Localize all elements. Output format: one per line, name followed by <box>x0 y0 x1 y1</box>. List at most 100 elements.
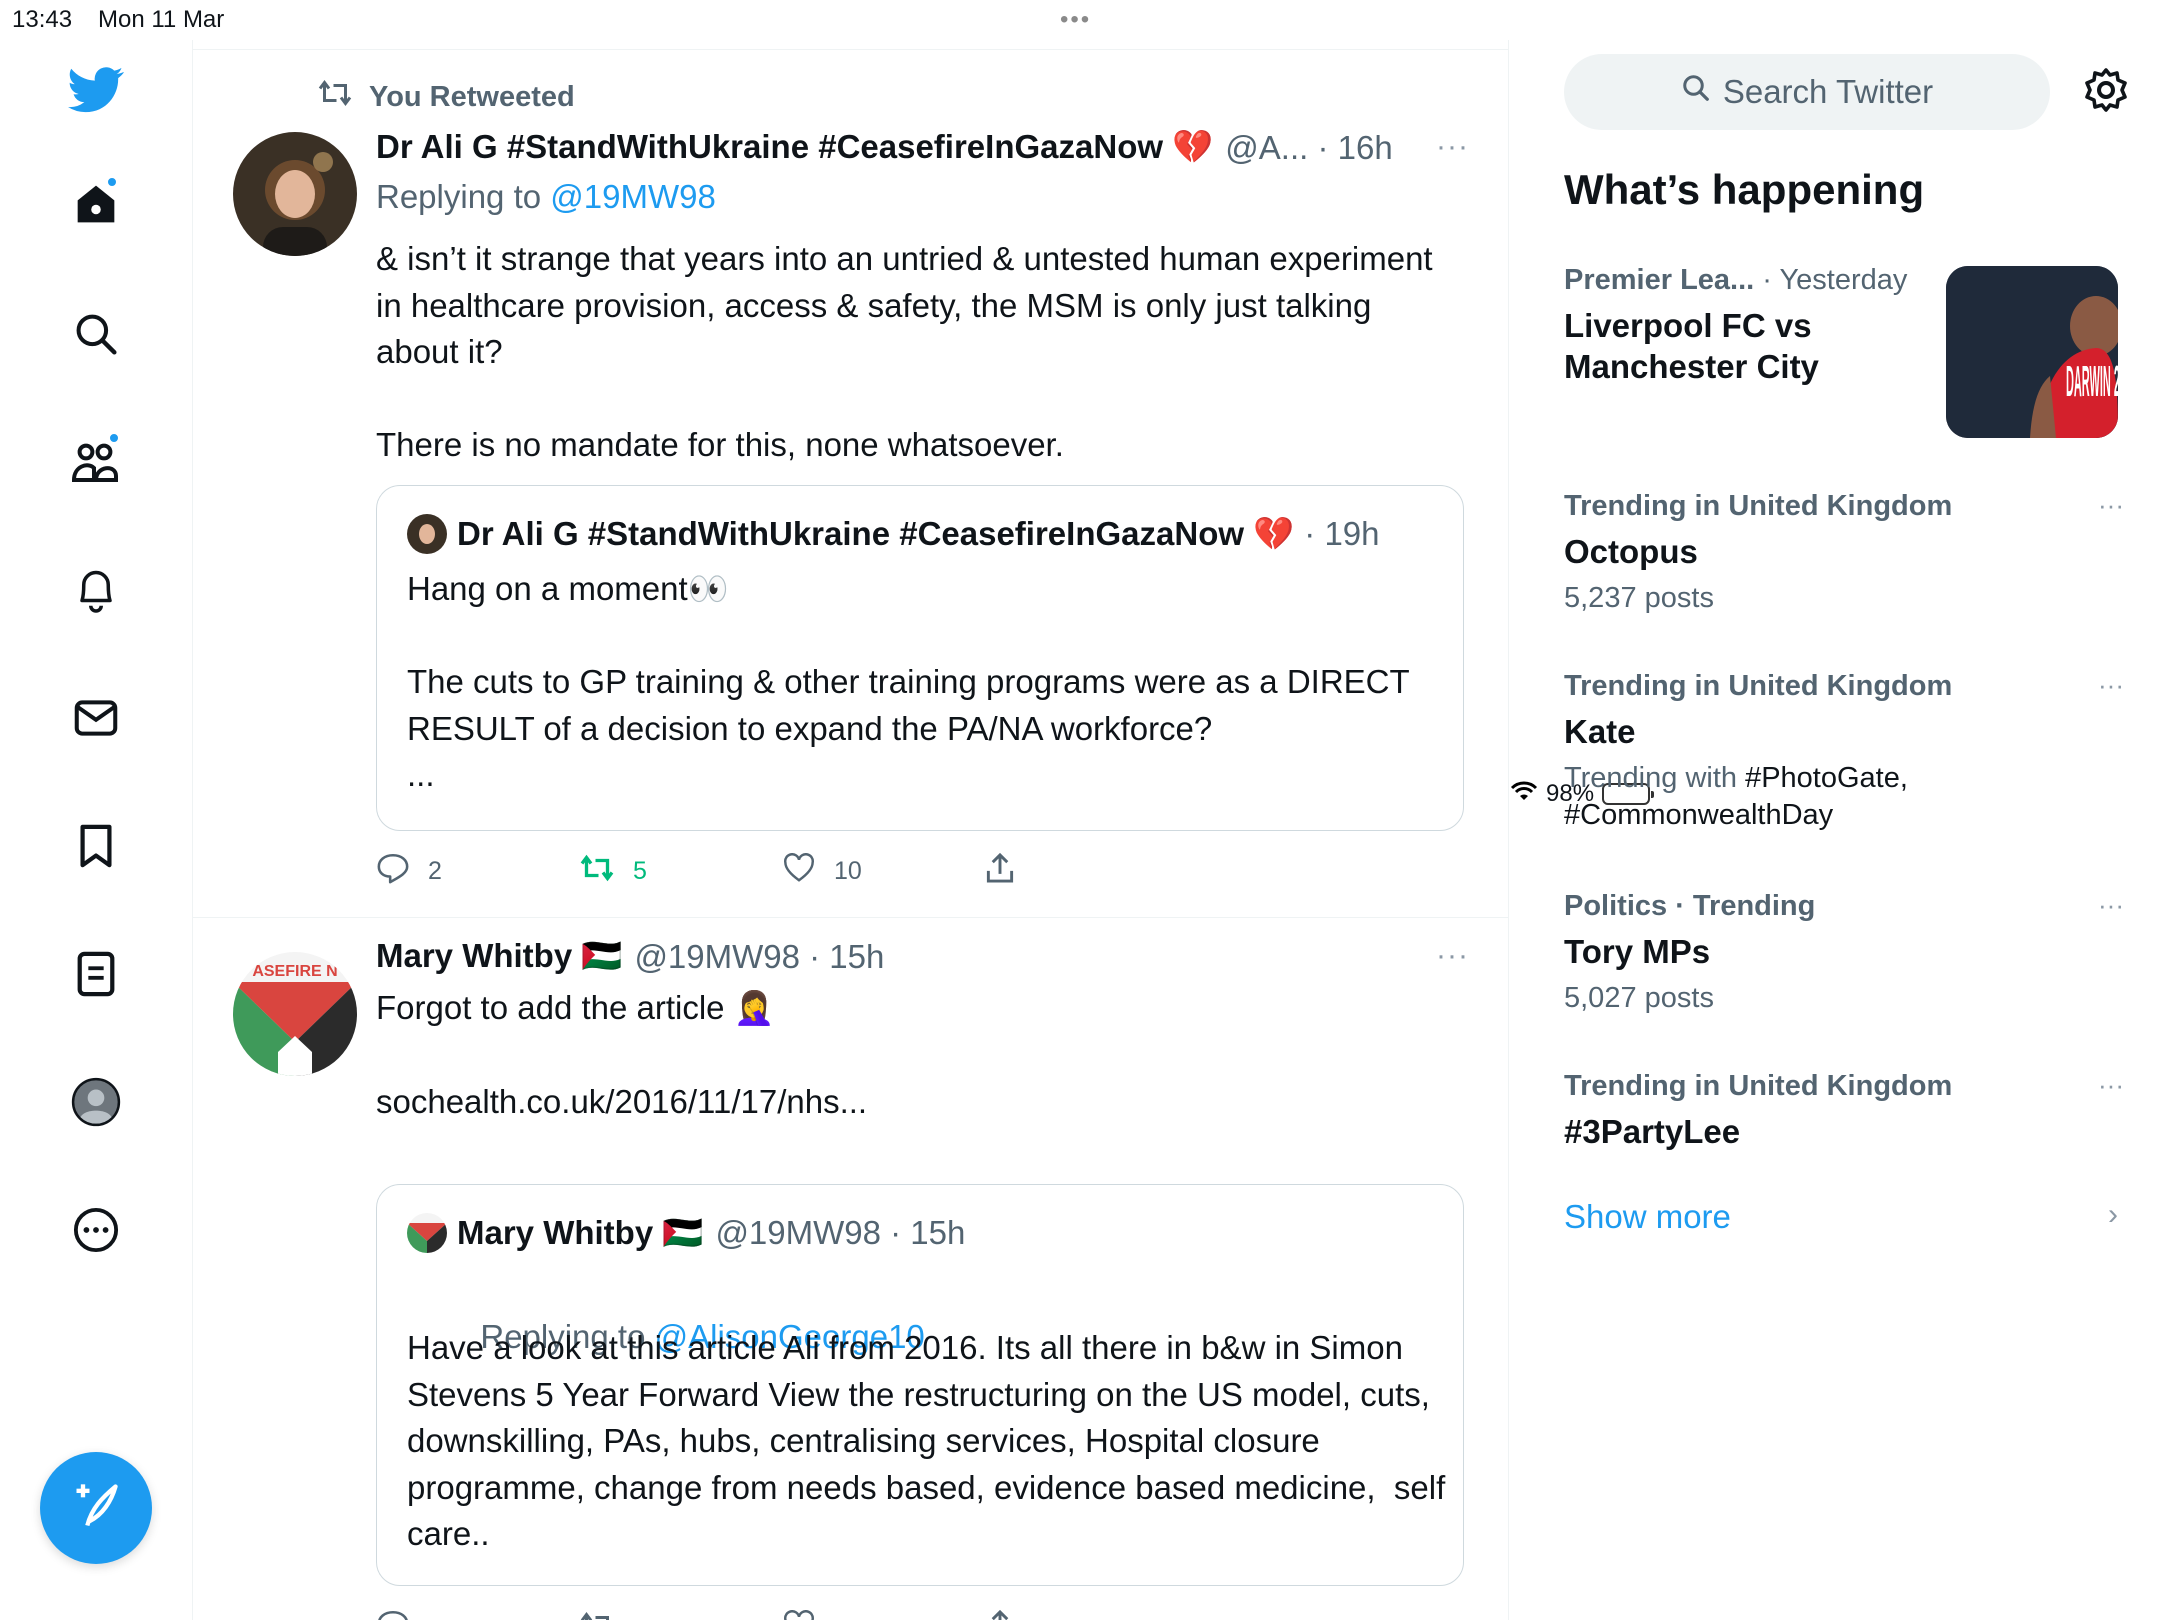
retweet-context: You Retweeted <box>317 78 575 116</box>
quote-author-name: Dr Ali G #StandWithUkraine #CeasefireInG… <box>457 514 1295 552</box>
search-input[interactable]: Search Twitter <box>1564 54 2050 130</box>
trend-posts: 5,237 posts <box>1564 582 1714 614</box>
list-icon[interactable] <box>66 944 126 1004</box>
compose-tweet-button[interactable] <box>40 1452 152 1564</box>
reply-button[interactable]: 2 <box>376 852 579 891</box>
communities-icon[interactable] <box>66 432 126 492</box>
trend-time: · Yesterday <box>1754 264 1908 296</box>
retweet-button[interactable] <box>579 1610 782 1620</box>
author-name[interactable]: Mary Whitby 🇵🇸 <box>376 937 622 976</box>
tweet-header: Dr Ali G #StandWithUkraine #CeasefireInG… <box>376 128 1393 167</box>
more-options-icon[interactable]: ··· <box>1436 130 1469 164</box>
trend-item[interactable]: Trending in United Kingdom Kate Trending… <box>1564 670 2124 834</box>
bookmark-icon[interactable] <box>66 816 126 876</box>
trend-item[interactable]: Politics · Trending Tory MPs 5,027 posts… <box>1564 890 2124 1017</box>
avatar[interactable] <box>233 132 357 256</box>
like-button[interactable]: 10 <box>782 853 985 890</box>
author-meta: @19MW98 · 15h <box>634 937 885 975</box>
quote-avatar <box>407 514 447 554</box>
more-circle-icon[interactable] <box>66 1200 126 1260</box>
trend-context: Politics · Trending <box>1564 890 1816 922</box>
like-count: 10 <box>834 857 862 885</box>
author-name[interactable]: Dr Ali G #StandWithUkraine #CeasefireInG… <box>376 128 1213 167</box>
left-nav <box>0 40 193 1620</box>
like-button[interactable] <box>782 1610 985 1620</box>
tweet-text: Forgot to add the article 🤦‍♀️ <box>376 989 775 1026</box>
tweet-header: Mary Whitby 🇵🇸 @19MW98 · 15h <box>376 937 884 976</box>
retweet-icon <box>579 853 615 890</box>
multitasking-dots[interactable]: ••• <box>1060 6 1091 34</box>
trend-title: Octopus <box>1564 533 1698 570</box>
trend-item[interactable]: Trending in United Kingdom #3PartyLee ··… <box>1564 1070 2124 1152</box>
trend-more-icon[interactable]: ··· <box>2098 1070 2124 1101</box>
search-placeholder: Search Twitter <box>1722 73 1934 110</box>
trend-more-icon[interactable]: ··· <box>2098 890 2124 921</box>
trend-context: Premier Lea... <box>1564 264 1755 296</box>
trend-context: Trending in United Kingdom <box>1564 490 1953 522</box>
retweeted-label: You Retweeted <box>369 80 575 113</box>
trend-posts: 5,027 posts <box>1564 982 1714 1014</box>
trend-title: Kate <box>1564 713 1636 750</box>
heart-icon <box>782 853 816 890</box>
show-more-label: Show more <box>1564 1198 1731 1235</box>
reply-count: 2 <box>428 857 442 885</box>
quoted-tweet[interactable]: Mary Whitby 🇵🇸 @19MW98 · 15h Replying to… <box>376 1184 1464 1586</box>
quote-header: Dr Ali G #StandWithUkraine #CeasefireInG… <box>407 514 1380 554</box>
quote-text: Have a look at this article Ali from 201… <box>407 1329 1455 1552</box>
home-icon[interactable] <box>66 174 126 234</box>
settings-gear-icon[interactable] <box>2082 66 2134 118</box>
home-notification-dot <box>106 176 118 188</box>
trend-title: Liverpool FC vs Manchester City <box>1564 307 1819 385</box>
tweet[interactable]: You Retweeted Dr Ali G #StandWithUkraine… <box>193 40 1509 918</box>
share-button[interactable] <box>985 852 1188 891</box>
quote-author-name: Mary Whitby 🇵🇸 <box>457 1213 704 1251</box>
mail-icon[interactable] <box>66 688 126 748</box>
trend-context: Trending in United Kingdom <box>1564 1070 1953 1102</box>
trend-item[interactable]: Premier Lea... · Yesterday Liverpool FC … <box>1564 264 1944 387</box>
right-sidebar: Search Twitter What’s happening Premier … <box>1510 40 2160 1620</box>
more-options-icon[interactable]: ··· <box>1436 939 1469 973</box>
twitter-bird-icon[interactable] <box>66 60 126 120</box>
share-button[interactable] <box>985 1609 1188 1620</box>
compose-tweet-icon <box>70 1480 122 1537</box>
tweet[interactable]: ASEFIRE N Mary Whitby 🇵🇸 @19MW98 · 15h ·… <box>193 919 1509 1620</box>
show-more-link[interactable]: Show more › <box>1564 1198 2124 1236</box>
trend-sub: Trending with #PhotoGate, #CommonwealthD… <box>1564 760 2124 834</box>
trend-title: #3PartyLee <box>1564 1113 1741 1150</box>
whats-happening-title: What’s happening <box>1564 166 1925 213</box>
communities-notification-dot <box>108 432 120 444</box>
trend-image-text: DARWIN 27 <box>2066 357 2118 406</box>
author-meta: @A... · 16h <box>1225 128 1393 166</box>
chevron-right-icon: › <box>2108 1198 2118 1231</box>
share-icon <box>985 852 1015 891</box>
quoted-tweet[interactable]: Dr Ali G #StandWithUkraine #CeasefireInG… <box>376 485 1464 831</box>
retweet-button[interactable]: 5 <box>579 853 782 890</box>
quote-meta: · 19h <box>1304 515 1380 552</box>
replying-to-link[interactable]: @19MW98 <box>550 178 716 215</box>
tweet-text: & isn’t it strange that years into an un… <box>376 240 1433 463</box>
replying-prefix: Replying to <box>376 178 551 215</box>
tweet-actions <box>376 1609 1188 1620</box>
trend-item[interactable]: Trending in United Kingdom Octopus 5,237… <box>1564 490 2124 617</box>
bell-icon[interactable] <box>66 560 126 620</box>
retweet-icon <box>317 78 353 116</box>
tweet-actions: 2 5 10 <box>376 852 1188 891</box>
search-icon[interactable] <box>66 304 126 364</box>
share-icon <box>985 1609 1015 1620</box>
avatar[interactable]: ASEFIRE N <box>233 952 357 1076</box>
trend-more-icon[interactable]: ··· <box>2098 670 2124 701</box>
reply-icon <box>376 1609 410 1620</box>
profile-avatar-icon[interactable] <box>66 1072 126 1132</box>
quote-meta: @19MW98 · 15h <box>715 1214 966 1251</box>
trend-image[interactable]: DARWIN 27 <box>1946 266 2118 438</box>
avatar-text: ASEFIRE N <box>252 963 337 980</box>
heart-icon <box>782 1610 816 1620</box>
retweet-count: 5 <box>633 857 647 885</box>
article-link[interactable]: sochealth.co.uk/2016/11/17/nhs... <box>376 1079 1436 1126</box>
search-icon <box>1681 73 1711 111</box>
quote-avatar <box>407 1213 447 1253</box>
quote-header: Mary Whitby 🇵🇸 @19MW98 · 15h <box>407 1213 965 1253</box>
reply-button[interactable] <box>376 1609 579 1620</box>
status-bar: 13:43 Mon 11 Mar ••• 98% <box>0 0 2160 807</box>
trend-more-icon[interactable]: ··· <box>2098 490 2124 521</box>
